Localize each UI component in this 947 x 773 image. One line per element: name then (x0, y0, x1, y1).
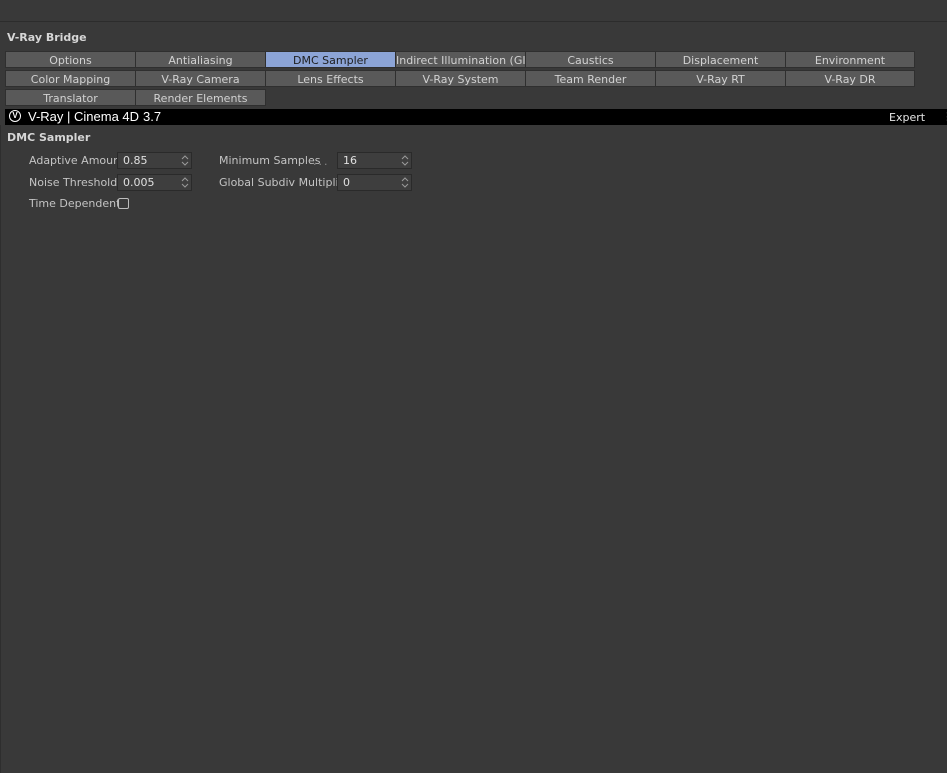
vray-logo-icon: V (9, 110, 21, 122)
time-dependent-checkbox[interactable] (118, 198, 129, 209)
tab-environment[interactable]: Environment (785, 51, 915, 68)
tab-options[interactable]: Options (5, 51, 136, 68)
adaptive-amount-field[interactable]: 0.85 (117, 152, 192, 169)
spinner-arrows-icon[interactable] (401, 154, 409, 167)
spinner-arrows-icon[interactable] (181, 154, 189, 167)
vray-header-bar: V V-Ray | Cinema 4D 3.7 Expert ⋮ (5, 109, 947, 125)
time-dependent-label: Time Dependent (29, 197, 121, 210)
spinner-arrows-icon[interactable] (181, 176, 189, 189)
tab-indirect-illumination[interactable]: Indirect Illumination (GI) (395, 51, 526, 68)
tab-lens-effects[interactable]: Lens Effects (265, 70, 396, 87)
top-strip (0, 0, 947, 22)
tab-color-mapping[interactable]: Color Mapping (5, 70, 136, 87)
tab-caustics[interactable]: Caustics (525, 51, 656, 68)
global-subdiv-multiplier-field[interactable]: 0 (337, 174, 412, 191)
tab-antialiasing[interactable]: Antialiasing (135, 51, 266, 68)
tab-team-render[interactable]: Team Render (525, 70, 656, 87)
noise-threshold-field[interactable]: 0.005 (117, 174, 192, 191)
minimum-samples-dots: ... (313, 155, 330, 168)
adaptive-amount-label: Adaptive Amount (29, 154, 125, 167)
tab-displacement[interactable]: Displacement (655, 51, 786, 68)
panel-left-border (0, 125, 1, 773)
global-subdiv-multiplier-label: Global Subdiv Multiplier (219, 176, 350, 189)
adaptive-amount-value: 0.85 (123, 154, 148, 167)
tab-dmc-sampler[interactable]: DMC Sampler (265, 51, 396, 68)
minimum-samples-label: Minimum Samples (219, 154, 321, 167)
noise-threshold-label: Noise Threshold (29, 176, 118, 189)
noise-threshold-value: 0.005 (123, 176, 155, 189)
panel-title: V-Ray Bridge (7, 31, 87, 44)
global-subdiv-multiplier-value: 0 (343, 176, 350, 189)
vray-product-title: V-Ray | Cinema 4D (28, 109, 140, 124)
tab-translator[interactable]: Translator (5, 89, 136, 106)
minimum-samples-field[interactable]: 16 (337, 152, 412, 169)
section-title: DMC Sampler (7, 131, 91, 144)
spinner-arrows-icon[interactable] (401, 176, 409, 189)
tab-vray-dr[interactable]: V-Ray DR (785, 70, 915, 87)
tab-vray-system[interactable]: V-Ray System (395, 70, 526, 87)
tab-vray-rt[interactable]: V-Ray RT (655, 70, 786, 87)
tab-vray-camera[interactable]: V-Ray Camera (135, 70, 266, 87)
tab-render-elements[interactable]: Render Elements (135, 89, 266, 106)
minimum-samples-value: 16 (343, 154, 357, 167)
vray-version: 3.7 (143, 109, 162, 124)
mode-expert[interactable]: Expert (889, 110, 925, 126)
more-vertical-icon[interactable]: ⋮ (942, 110, 947, 124)
